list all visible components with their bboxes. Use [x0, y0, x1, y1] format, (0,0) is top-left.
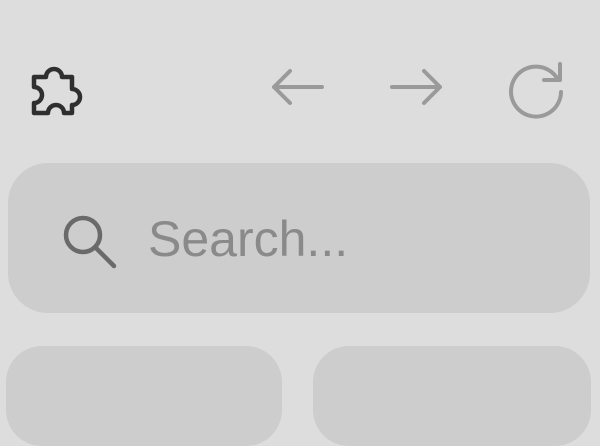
reload-button[interactable] [504, 56, 570, 120]
arrow-left-icon [272, 69, 324, 105]
search-input[interactable] [148, 203, 568, 275]
extensions-button[interactable] [24, 55, 90, 121]
toolbar [0, 0, 600, 160]
forward-button[interactable] [386, 58, 448, 116]
reload-icon [509, 62, 563, 119]
back-button[interactable] [266, 58, 328, 116]
search-box[interactable] [8, 163, 590, 313]
arrow-right-icon [390, 69, 442, 105]
shortcut-tile-left[interactable] [6, 346, 282, 446]
puzzle-piece-icon [31, 66, 83, 116]
shortcut-tile-right[interactable] [313, 346, 591, 446]
search-icon [63, 215, 117, 269]
